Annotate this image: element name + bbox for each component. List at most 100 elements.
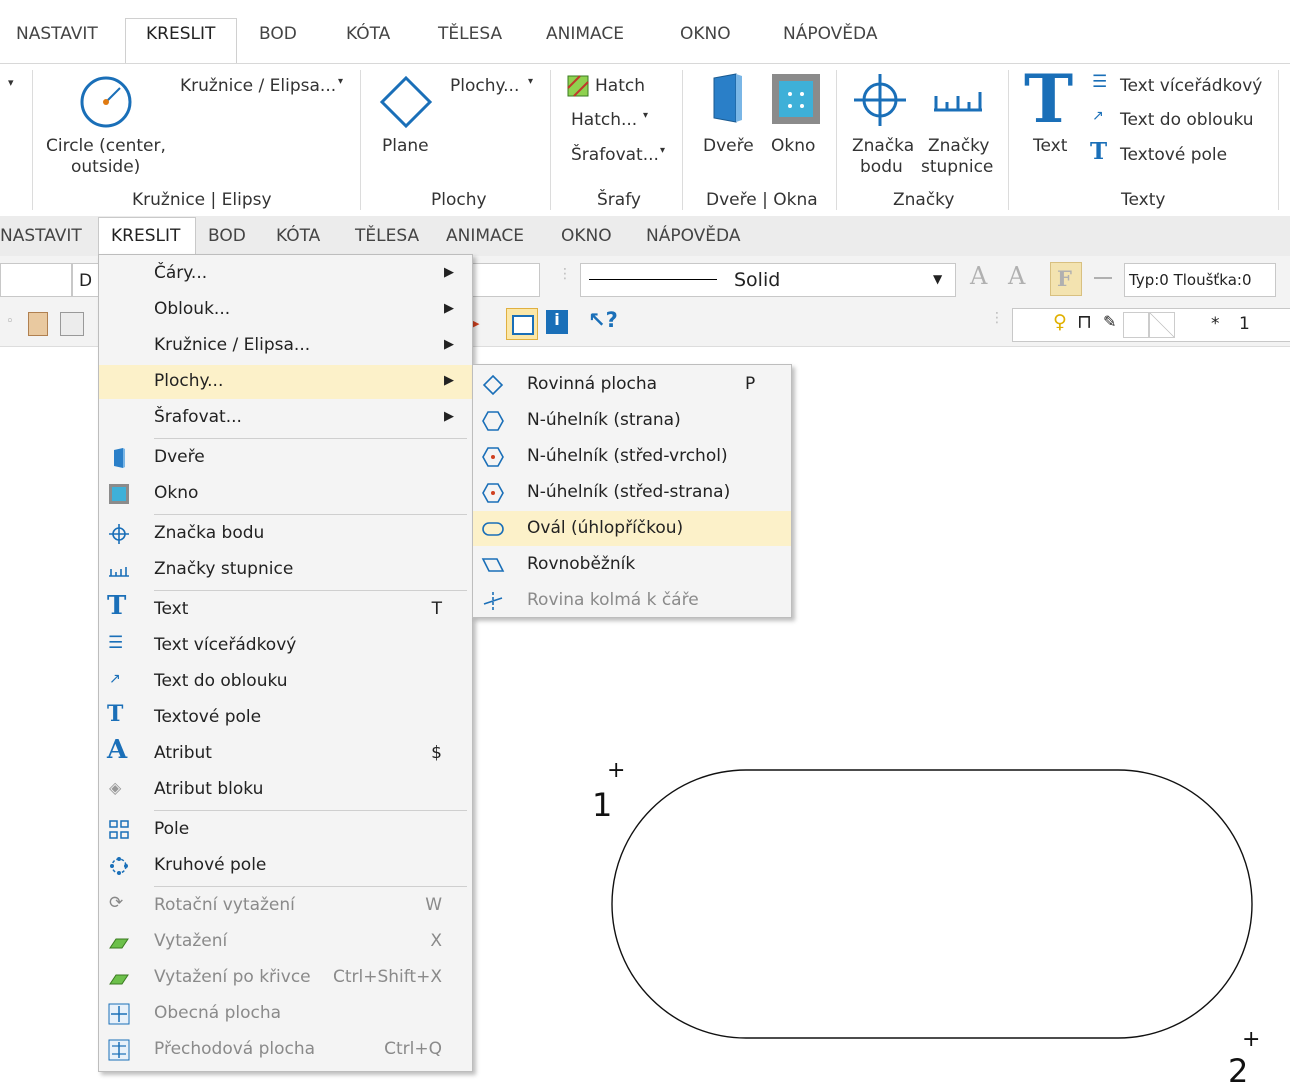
menu-bod[interactable]: BOD [208,226,246,246]
type-thickness-field[interactable]: Typ:0 Tloušťka:0 [1124,263,1276,297]
circle-center-outside-icon[interactable] [78,74,134,130]
menu-item-array[interactable]: Pole [99,813,472,847]
menu-item-block-attribute[interactable]: ◈ Atribut bloku [99,773,472,807]
menu-napoveda[interactable]: NÁPOVĚDA [646,226,740,246]
multiline-text-button[interactable]: Text víceřádkový [1120,76,1262,96]
menu-item-transition-surface[interactable]: Přechodová plocha Ctrl+Q [99,1033,472,1067]
menu-item-arc-text[interactable]: ↗ Text do oblouku [99,665,472,699]
point-mark-label-2[interactable]: bodu [860,157,903,177]
hatch-button[interactable]: Hatch [595,76,645,96]
menu-item-attribute[interactable]: A Atribut $ [99,735,472,771]
menu-nastavit[interactable]: NASTAVIT [0,226,86,246]
arc-text-icon[interactable]: ↗ [1092,108,1104,124]
menu-telesa[interactable]: TĚLESA [355,226,419,246]
circle-dropdown-arrow-icon[interactable]: ▾ [338,76,343,87]
ribbon-tab-kota[interactable]: KÓTA [346,24,390,44]
submenu-item-plane-perpendicular[interactable]: Rovina kolmá k čáře [473,583,791,618]
menu-item-planes[interactable]: Plochy... ▶ [99,365,472,399]
menu-item-window[interactable]: Okno [99,477,472,511]
submenu-item-polygon-side[interactable]: N-úhelník (strana) [473,403,791,438]
ribbon-tab-nastavit[interactable]: NASTAVIT [16,24,98,44]
info-icon[interactable]: i [546,310,568,334]
hatch-dropdown[interactable]: Hatch... [571,110,637,130]
menu-item-text-field[interactable]: T Textové pole [99,701,472,735]
window-button-label[interactable]: Okno [771,136,815,156]
door-icon[interactable] [710,72,744,126]
menu-item-hatch[interactable]: Šrafovat... ▶ [99,401,472,435]
point-mark-label-1[interactable]: Značka [852,136,914,156]
submenu-item-parallelogram[interactable]: Rovnoběžník [473,547,791,582]
text-button-label[interactable]: Text [1033,136,1067,156]
door-button-label[interactable]: Dveře [703,136,754,156]
pick-icon[interactable]: ▸ [472,314,480,332]
menu-item-door[interactable]: Dveře [99,441,472,475]
ribbon-tab-kreslit[interactable]: KRESLIT [146,24,215,44]
linetype-swatch[interactable] [1149,312,1175,338]
text-big-icon[interactable]: T [1024,60,1073,138]
menu-item-extrude[interactable]: Vytažení X [99,925,472,959]
menu-kreslit[interactable]: KRESLIT [111,226,180,246]
text-field-button[interactable]: Textové pole [1120,145,1227,165]
multiline-text-icon[interactable]: ☰ [1092,72,1107,92]
menu-item-point-mark[interactable]: Značka bodu [99,517,472,551]
ribbon-tab-napoveda[interactable]: NÁPOVĚDA [783,24,877,44]
ribbon-tab-telesa[interactable]: TĚLESA [438,24,502,44]
ribbon-scroll-left-icon[interactable]: ▾ [8,76,14,89]
submenu-item-oval-diagonal[interactable]: Ovál (úhlopříčkou) [473,511,791,546]
submenu-item-polygon-center-side[interactable]: N-úhelník (střed-strana) [473,475,791,510]
menu-item-sweep[interactable]: Vytažení po křivce Ctrl+Shift+X [99,961,472,995]
menu-item-scale-marks[interactable]: Značky stupnice [99,553,472,587]
planes-dropdown[interactable]: Plochy... [450,76,519,96]
chevron-down-icon[interactable]: ▼ [933,272,942,286]
menu-kota[interactable]: KÓTA [276,226,320,246]
circle-button-label-1[interactable]: Circle (center, [46,136,166,156]
combo-field-right[interactable] [472,263,540,297]
hatch-icon[interactable] [566,74,590,98]
printer-icon[interactable] [60,312,84,336]
menu-item-arc[interactable]: Oblouk... ▶ [99,293,472,327]
bulb-icon[interactable]: ♀ [1053,311,1067,333]
menu-item-text[interactable]: T Text T [99,591,472,627]
ribbon-tab-animace[interactable]: ANIMACE [546,24,624,44]
oval-shape[interactable] [611,769,1253,1039]
combo-field[interactable]: D [72,263,100,297]
menu-item-multiline-text[interactable]: ☰ Text víceřádkový [99,629,472,663]
layer-select[interactable]: ♀ ⊓ ✎ * 1 [1012,308,1290,342]
ribbon-tab-bod[interactable]: BOD [259,24,297,44]
point-mark-icon[interactable] [852,72,908,128]
hatch-fill-dropdown-arrow-icon[interactable]: ▾ [660,145,665,156]
menu-animace[interactable]: ANIMACE [446,226,524,246]
window-icon[interactable] [770,72,822,126]
plane-icon[interactable] [378,74,434,130]
ribbon-tab-okno[interactable]: OKNO [680,24,731,44]
block-icon[interactable] [28,312,48,336]
color-swatch[interactable] [1123,312,1149,338]
hatch-fill-dropdown[interactable]: Šrafovat... [571,145,659,165]
circle-dropdown[interactable]: Kružnice / Elipsa... [180,76,336,96]
help-pointer-icon[interactable]: ↖? [588,308,618,332]
menu-item-polar-array[interactable]: Kruhové pole [99,849,472,883]
arrow-icon[interactable]: ◦ [6,314,14,329]
submenu-item-polygon-center-vertex[interactable]: N-úhelník (střed-vrchol) [473,439,791,474]
menu-item-revolve[interactable]: ⟳ Rotační vytažení W [99,889,472,923]
scale-marks-label-2[interactable]: stupnice [921,157,993,177]
menu-okno[interactable]: OKNO [561,226,612,246]
scale-marks-label-1[interactable]: Značky [928,136,989,156]
menu-item-circle-ellipse[interactable]: Kružnice / Elipsa... ▶ [99,329,472,363]
input-field[interactable] [0,263,72,297]
menu-item-general-surface[interactable]: Obecná plocha [99,997,472,1031]
menu-item-lines[interactable]: Čáry... ▶ [99,257,472,291]
properties-toggle[interactable] [506,308,538,340]
text-field-icon[interactable]: T [1090,138,1107,165]
font-icon[interactable]: A [1008,262,1025,290]
pen-icon[interactable]: ✎ [1103,312,1116,331]
line-style-select[interactable]: Solid ▼ [580,263,956,297]
submenu-item-flat-plane[interactable]: Rovinná plocha P [473,367,791,402]
fill-toggle[interactable]: F [1050,262,1082,296]
scale-marks-icon[interactable] [930,86,986,116]
hatch-dropdown-arrow-icon[interactable]: ▾ [643,110,648,121]
circle-button-label-2[interactable]: outside) [71,157,140,177]
arc-text-button[interactable]: Text do oblouku [1120,110,1254,130]
unlock-icon[interactable]: ⊓ [1077,311,1092,333]
planes-dropdown-arrow-icon[interactable]: ▾ [528,76,533,87]
